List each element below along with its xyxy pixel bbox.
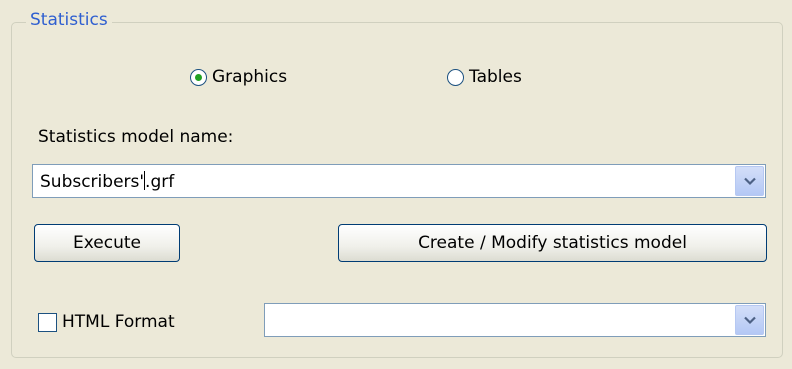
radio-tables-label: Tables — [469, 67, 522, 87]
chevron-down-icon[interactable] — [735, 305, 764, 335]
radio-graphics-label: Graphics — [212, 67, 288, 87]
execute-button[interactable]: Execute — [34, 224, 180, 262]
radio-unselected-icon[interactable] — [447, 68, 464, 86]
model-name-value[interactable]: Subscribers'.grf — [40, 171, 174, 192]
html-format-combobox[interactable] — [264, 303, 766, 337]
checkbox-unchecked-icon[interactable] — [38, 312, 57, 332]
radio-tables[interactable]: Tables — [447, 64, 522, 90]
radio-selected-icon[interactable] — [190, 68, 207, 86]
model-name-combobox[interactable]: Subscribers'.grf — [32, 164, 766, 198]
html-format-label: HTML Format — [62, 312, 175, 332]
model-name-label: Statistics model name: — [38, 127, 234, 147]
html-format-checkbox[interactable]: HTML Format — [38, 312, 175, 332]
create-modify-model-button[interactable]: Create / Modify statistics model — [338, 224, 767, 262]
chevron-down-icon[interactable] — [735, 166, 764, 196]
group-title: Statistics — [26, 10, 112, 30]
radio-graphics[interactable]: Graphics — [190, 64, 287, 90]
